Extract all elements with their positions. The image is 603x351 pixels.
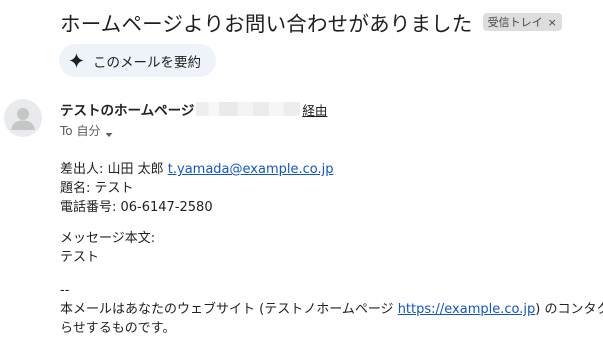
website-link[interactable]: https://example.co.jp: [398, 302, 536, 317]
via-link[interactable]: 経由: [302, 100, 327, 119]
footer-suffix: ) のコンタクトフ: [535, 302, 603, 317]
sender-avatar[interactable]: [4, 99, 42, 137]
subject-row: ホームページよりお問い合わせがありました 受信トレイ ×: [60, 6, 562, 38]
email-view: ホームページよりお問い合わせがありました 受信トレイ × このメールを要約 テス…: [0, 0, 603, 351]
sender-name[interactable]: テストのホームページ: [60, 99, 194, 119]
message-text: テスト: [60, 250, 100, 265]
sender-email-link[interactable]: t.yamada@example.co.jp: [168, 162, 334, 177]
inbox-label-chip[interactable]: 受信トレイ ×: [482, 13, 562, 31]
summarize-email-button[interactable]: このメールを要約: [59, 44, 216, 77]
email-body: 差出人: 山田 太郎 t.yamada@example.co.jp 題名: テス…: [60, 160, 603, 338]
footer-line-2: らせするものです。: [60, 321, 176, 336]
phone-info-line: 電話番号: 06-6147-2580: [60, 200, 213, 215]
remove-label-icon[interactable]: ×: [548, 16, 557, 29]
message-label: メッセージ本文:: [60, 231, 156, 246]
summarize-label: このメールを要約: [93, 54, 201, 71]
signature-separator: --: [60, 283, 70, 298]
sender-info-label: 差出人: 山田 太郎: [60, 162, 168, 177]
subject-info-line: 題名: テスト: [60, 181, 134, 196]
sender-info-line: 差出人: 山田 太郎 t.yamada@example.co.jp: [60, 160, 603, 179]
person-avatar-icon: [11, 108, 35, 130]
caret-down-icon[interactable]: [104, 125, 114, 137]
recipient-text: To 自分: [60, 123, 101, 138]
footer-prefix: 本メールはあなたのウェブサイト (テストノホームページ: [60, 302, 398, 317]
inbox-label-text: 受信トレイ: [487, 16, 543, 29]
sparkle-icon: [69, 53, 84, 68]
recipient-details-toggle[interactable]: To 自分: [60, 121, 114, 139]
footer-line-1: 本メールはあなたのウェブサイト (テストノホームページ https://exam…: [60, 300, 603, 319]
email-subject: ホームページよりお問い合わせがありました: [60, 12, 473, 36]
redacted-sender-address: [196, 102, 301, 116]
sender-row: テストのホームページ 経由: [60, 99, 327, 119]
